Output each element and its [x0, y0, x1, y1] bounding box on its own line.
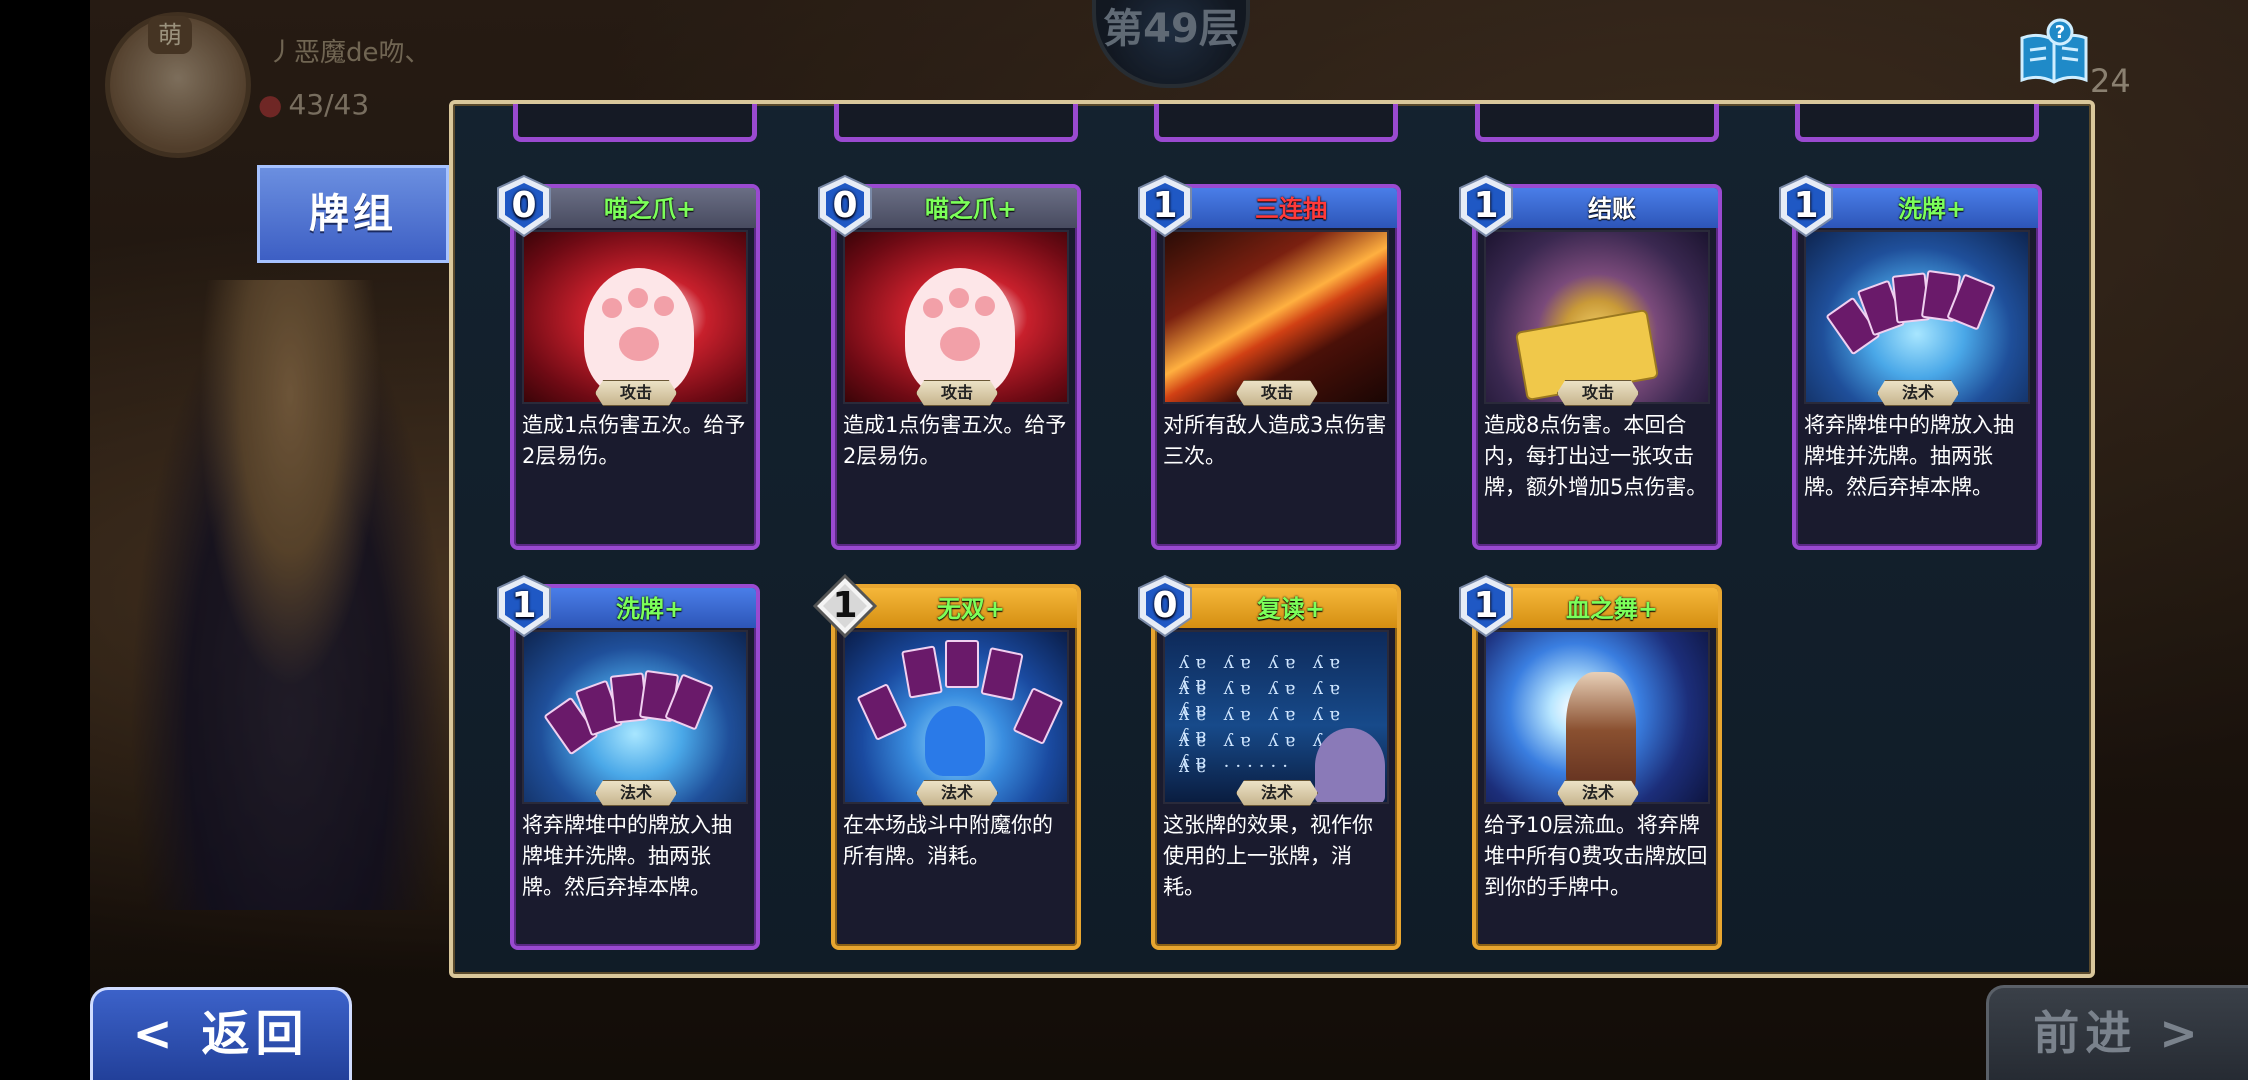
cost-gem: 1: [1774, 174, 1838, 238]
card-type-badge: 法术: [595, 780, 677, 806]
card-name: 喵之爪+: [603, 195, 697, 223]
paw-pad: [619, 327, 659, 361]
card-stub[interactable]: [1154, 104, 1398, 142]
card-name: 结账: [1588, 195, 1636, 223]
card-type-badge: 攻击: [1557, 380, 1639, 406]
blood-dance-art: [1484, 630, 1710, 804]
cost-gem: 1: [1454, 174, 1518, 238]
card-stub[interactable]: [834, 104, 1078, 142]
floating-card: [1012, 687, 1064, 745]
card-meow-claw-plus[interactable]: 喵之爪+ 攻击 造成1点伤害五次。给予2层易伤。 0: [497, 174, 760, 550]
card-shuffle-plus[interactable]: 洗牌+ 法术 将弃牌堆中的牌放入抽牌堆并洗牌。抽两张牌。然后弃掉本牌。 1: [497, 574, 760, 950]
previous-row-card-stubs: [453, 104, 2091, 148]
cost-value: 0: [832, 185, 858, 226]
card-description: 这张牌的效果，视作你使用的上一张牌，消耗。: [1163, 813, 1373, 899]
deck-panel: 喵之爪+ 攻击 造成1点伤害五次。给予2层易伤。 0 喵之爪+ 攻击 造成1点伤…: [449, 100, 2095, 978]
cost-gem: 1: [812, 573, 878, 639]
card-name: 喵之爪+: [924, 195, 1018, 223]
card-description: 在本场战斗中附魔你的所有牌。消耗。: [843, 813, 1053, 868]
card-name: 洗牌+: [1897, 195, 1967, 223]
paw-pad: [654, 296, 674, 316]
card-triple-draw[interactable]: 三连抽 攻击 对所有敌人造成3点伤害三次。 1: [1138, 174, 1401, 550]
card-reread-plus[interactable]: 复读+ ʎɐ ʎɐ ʎɐ ʎɐ ʎɐ ʎɐ ʎɐ ʎɐ ʎɐ ʎɐ ʎɐ ʎɐ …: [1138, 574, 1401, 950]
card-description: 将弃牌堆中的牌放入抽牌堆并洗牌。抽两张牌。然后弃掉本牌。: [1804, 413, 2014, 499]
card-description: 造成1点伤害五次。给予2层易伤。: [843, 413, 1067, 468]
paw-pad: [628, 288, 648, 308]
musou-art: [843, 630, 1069, 804]
cost-gem: 0: [813, 174, 877, 238]
floating-card: [980, 646, 1024, 702]
card-type-badge: 攻击: [595, 380, 677, 406]
card-meow-claw-plus[interactable]: 喵之爪+ 攻击 造成1点伤害五次。给予2层易伤。 0: [818, 174, 1081, 550]
cost-value: 1: [511, 585, 537, 626]
paw-pad: [923, 298, 943, 318]
floating-card: [901, 645, 943, 699]
character-figure: [1315, 728, 1385, 802]
card-checkout[interactable]: 结账 攻击 造成8点伤害。本回合内，每打出过一张攻击牌，额外增加5点伤害。 1: [1459, 174, 1722, 550]
shuffle-art: [1804, 230, 2030, 404]
gold-count: 24: [2090, 62, 2131, 100]
cost-value: 0: [511, 185, 537, 226]
cost-value: 1: [1473, 185, 1499, 226]
claw-art: [843, 230, 1069, 404]
card-description: 对所有敌人造成3点伤害三次。: [1163, 413, 1387, 468]
paw-pad: [975, 296, 995, 316]
card-name: 复读+: [1256, 595, 1326, 623]
card-description: 造成1点伤害五次。给予2层易伤。: [522, 413, 746, 468]
card-stub[interactable]: [1475, 104, 1719, 142]
cost-gem: 1: [492, 574, 556, 638]
shuffle-art: [522, 630, 748, 804]
cost-gem: 0: [492, 174, 556, 238]
tab-deck[interactable]: 牌组: [257, 165, 449, 263]
card-type-badge: 法术: [916, 780, 998, 806]
cost-gem: 0: [1133, 574, 1197, 638]
card-shuffle-plus[interactable]: 洗牌+ 法术 将弃牌堆中的牌放入抽牌堆并洗牌。抽两张牌。然后弃掉本牌。 1: [1779, 174, 2042, 550]
card-name: 三连抽: [1255, 195, 1327, 223]
back-button[interactable]: < 返回: [90, 987, 352, 1080]
card-type-badge: 法术: [1877, 380, 1959, 406]
cost-gem: 1: [1454, 574, 1518, 638]
reread-art: ʎɐ ʎɐ ʎɐ ʎɐ ʎɐ ʎɐ ʎɐ ʎɐ ʎɐ ʎɐ ʎɐ ʎɐ ʎɐ ʎ…: [1163, 630, 1389, 804]
card-description: 造成8点伤害。本回合内，每打出过一张攻击牌，额外增加5点伤害。: [1484, 413, 1708, 499]
card-description: 给予10层流血。将弃牌堆中所有0费攻击牌放回到你的手牌中。: [1484, 813, 1708, 899]
figure-silhouette: [925, 706, 985, 776]
letterbox-left: [0, 0, 90, 1080]
card-type-badge: 攻击: [1236, 380, 1318, 406]
floating-card: [856, 683, 908, 741]
paw-pad: [602, 298, 622, 318]
card-description: 将弃牌堆中的牌放入抽牌堆并洗牌。抽两张牌。然后弃掉本牌。: [522, 813, 732, 899]
cost-value: 1: [1152, 185, 1178, 226]
floating-card: [945, 640, 979, 688]
cost-gem: 1: [1133, 174, 1197, 238]
card-type-badge: 法术: [1236, 780, 1318, 806]
help-book-icon[interactable]: ?: [2016, 18, 2092, 88]
svg-text:?: ?: [2055, 22, 2065, 43]
card-name: 血之舞+: [1565, 595, 1659, 623]
card-name: 无双+: [936, 595, 1006, 623]
cost-value: 0: [1152, 585, 1178, 626]
cost-value: 1: [1473, 585, 1499, 626]
card-blood-dance-plus[interactable]: 血之舞+ 法术 给予10层流血。将弃牌堆中所有0费攻击牌放回到你的手牌中。 1: [1459, 574, 1722, 950]
cost-value: 1: [1793, 185, 1819, 226]
card-stub[interactable]: [513, 104, 757, 142]
triple-slash-art: [1163, 230, 1389, 404]
cost-value: 1: [832, 585, 858, 626]
card-type-badge: 攻击: [916, 380, 998, 406]
paw-pad: [949, 288, 969, 308]
card-type-badge: 法术: [1557, 780, 1639, 806]
claw-art: [522, 230, 748, 404]
card-musou-plus[interactable]: 无双+ 法术 在本场战斗中附魔你的所有牌。消耗。 1: [812, 573, 1081, 950]
card-name: 洗牌+: [615, 595, 685, 623]
paw-pad: [940, 327, 980, 361]
checkout-art: [1484, 230, 1710, 404]
card-stub[interactable]: [1795, 104, 2039, 142]
forward-button[interactable]: 前进 >: [1986, 985, 2248, 1080]
